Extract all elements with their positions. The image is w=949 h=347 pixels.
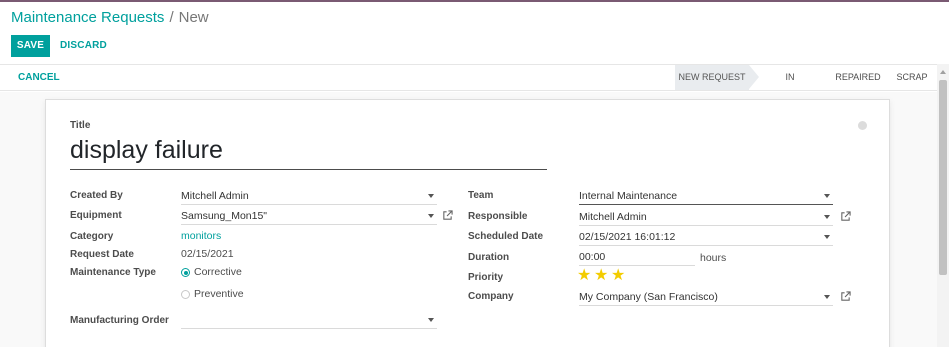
manufacturing-order-field[interactable] [181, 312, 437, 329]
company-field[interactable]: My Company (San Francisco) [579, 289, 833, 306]
cancel-button[interactable]: CANCEL [18, 65, 60, 90]
company-value: My Company (San Francisco) [579, 291, 718, 303]
caret-down-icon[interactable] [824, 215, 830, 219]
radio-preventive[interactable] [181, 290, 190, 299]
caret-down-icon[interactable] [428, 214, 434, 218]
breadcrumb-current: New [178, 9, 209, 26]
company-label: Company [468, 291, 514, 302]
stage-in-progress[interactable]: IN PROGRESS [759, 65, 821, 107]
team-field[interactable]: Internal Maintenance [579, 188, 833, 205]
external-link-icon[interactable] [442, 210, 453, 221]
external-link-icon[interactable] [840, 291, 851, 302]
breadcrumb-separator: / [169, 9, 174, 26]
star-icon[interactable]: ★ [577, 268, 591, 284]
scheduled-date-label: Scheduled Date [468, 231, 544, 242]
responsible-value: Mitchell Admin [579, 211, 647, 223]
duration-label: Duration [468, 252, 510, 263]
star-icon[interactable]: ★ [594, 268, 608, 284]
team-label: Team [468, 190, 494, 201]
scrollbar-thumb[interactable] [939, 80, 947, 275]
scheduled-date-field[interactable]: 02/15/2021 16:01:12 [579, 229, 833, 246]
external-link-icon[interactable] [840, 211, 851, 222]
responsible-label: Responsible [468, 211, 528, 222]
title-label: Title [70, 120, 91, 131]
duration-unit: hours [700, 252, 727, 264]
scheduled-date-value: 02/15/2021 16:01:12 [579, 231, 676, 243]
stage-scrap[interactable]: SCRAP [894, 65, 930, 90]
breadcrumb-root-link[interactable]: Maintenance Requests [11, 9, 164, 26]
created-by-field[interactable]: Mitchell Admin [181, 188, 437, 205]
breadcrumb: Maintenance Requests / New [11, 9, 209, 26]
created-by-label: Created By [70, 190, 123, 201]
status-bar: CANCEL NEW REQUEST IN PROGRESS REPAIRED … [0, 64, 937, 107]
duration-input[interactable]: 00:00 [579, 249, 695, 266]
caret-down-icon[interactable] [428, 194, 434, 198]
equipment-field[interactable]: Samsung_Mon15" [181, 208, 437, 225]
responsible-field[interactable]: Mitchell Admin [579, 209, 833, 226]
stage-repaired[interactable]: REPAIRED [834, 65, 882, 90]
request-date-value: 02/15/2021 [181, 248, 234, 260]
caret-down-icon[interactable] [824, 295, 830, 299]
radio-corrective[interactable] [181, 268, 190, 277]
kanban-state-icon[interactable] [858, 121, 867, 130]
preventive-option-label[interactable]: Preventive [194, 288, 244, 300]
save-button[interactable]: SAVE [11, 35, 50, 57]
maintenance-type-label: Maintenance Type [70, 267, 156, 278]
manufacturing-order-label: Manufacturing Order [70, 315, 169, 326]
category-link[interactable]: monitors [181, 230, 221, 242]
duration-value: 00:00 [579, 251, 606, 263]
equipment-label: Equipment [70, 210, 122, 221]
priority-label: Priority [468, 272, 504, 283]
request-date-label: Request Date [70, 249, 134, 260]
star-icon[interactable]: ★ [611, 268, 625, 284]
scroll-up-arrow-icon[interactable] [940, 70, 946, 74]
corrective-option-label[interactable]: Corrective [194, 266, 242, 278]
caret-down-icon[interactable] [428, 318, 434, 322]
category-label: Category [70, 231, 114, 242]
team-value: Internal Maintenance [579, 190, 678, 202]
caret-down-icon[interactable] [824, 194, 830, 198]
caret-down-icon[interactable] [824, 235, 830, 239]
created-by-value: Mitchell Admin [181, 190, 249, 202]
title-input[interactable]: display failure [70, 135, 547, 170]
stage-new-request[interactable]: NEW REQUEST [675, 65, 759, 90]
discard-button[interactable]: DISCARD [60, 35, 107, 57]
equipment-value: Samsung_Mon15" [181, 210, 268, 222]
top-accent-line [0, 0, 949, 2]
